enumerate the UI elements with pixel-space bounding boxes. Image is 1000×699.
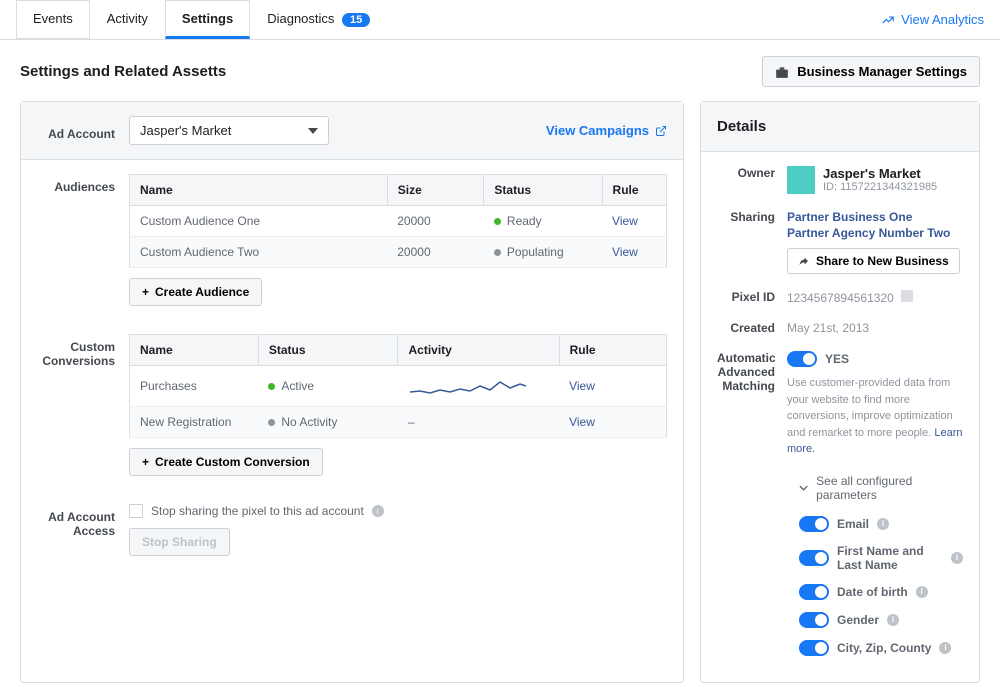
chevron-down-icon — [308, 128, 318, 134]
plus-icon: + — [142, 285, 149, 299]
tab-bar: Events Activity Settings Diagnostics 15 — [16, 0, 387, 39]
conv-header-rule: Rule — [559, 335, 666, 366]
partner-link[interactable]: Partner Agency Number Two — [787, 226, 963, 240]
param-toggle-gender[interactable] — [799, 612, 829, 628]
view-rule-link[interactable]: View — [569, 415, 595, 429]
status-dot-icon — [494, 218, 501, 225]
conversions-table: Name Status Activity Rule Purchases Acti… — [129, 334, 667, 438]
created-value: May 21st, 2013 — [787, 321, 963, 335]
info-icon[interactable]: i — [916, 586, 928, 598]
chevron-down-icon — [799, 483, 808, 493]
status-dot-icon — [494, 249, 501, 256]
tab-activity[interactable]: Activity — [90, 0, 165, 39]
sharing-label: Sharing — [717, 210, 787, 274]
table-row: Custom Audience Two 20000 Populating Vie… — [130, 237, 667, 268]
audiences-header-status: Status — [484, 175, 602, 206]
audiences-header-size: Size — [387, 175, 484, 206]
param-row: Email i — [799, 516, 963, 532]
tab-diagnostics-label: Diagnostics — [267, 11, 334, 26]
copy-icon[interactable] — [901, 290, 913, 302]
tab-diagnostics[interactable]: Diagnostics 15 — [250, 0, 387, 39]
info-icon[interactable]: i — [877, 518, 889, 530]
ad-account-dropdown[interactable]: Jasper's Market — [129, 116, 329, 145]
aam-description: Use customer-provided data from your web… — [787, 375, 963, 458]
info-icon[interactable]: i — [939, 642, 951, 654]
info-icon[interactable]: i — [887, 614, 899, 626]
share-to-new-business-button[interactable]: Share to New Business — [787, 248, 960, 274]
param-toggle-dob[interactable] — [799, 584, 829, 600]
table-row: Purchases Active View — [130, 366, 667, 407]
details-panel: Details Owner Jasper's Market ID: 115722… — [700, 101, 980, 683]
owner-avatar — [787, 166, 815, 194]
briefcase-icon — [775, 66, 789, 78]
info-icon[interactable]: i — [372, 505, 384, 517]
activity-sparkline — [408, 374, 528, 398]
business-manager-settings-button[interactable]: Business Manager Settings — [762, 56, 980, 87]
param-row: Gender i — [799, 612, 963, 628]
trend-up-icon — [881, 13, 895, 27]
page-title: Settings and Related Assetts — [20, 63, 226, 80]
audiences-header-rule: Rule — [602, 175, 666, 206]
view-campaigns-link[interactable]: View Campaigns — [546, 123, 667, 138]
view-rule-link[interactable]: View — [612, 214, 638, 228]
created-label: Created — [717, 321, 787, 335]
audiences-table: Name Size Status Rule Custom Audience On… — [129, 174, 667, 268]
owner-id: ID: 1157221344321985 — [823, 181, 937, 193]
create-audience-button[interactable]: + Create Audience — [129, 278, 262, 306]
param-toggle-location[interactable] — [799, 640, 829, 656]
owner-name: Jasper's Market — [823, 166, 937, 181]
external-link-icon — [655, 125, 667, 137]
create-conversion-button[interactable]: + Create Custom Conversion — [129, 448, 323, 476]
view-rule-link[interactable]: View — [612, 245, 638, 259]
aam-toggle-text: YES — [825, 352, 849, 366]
conv-header-activity: Activity — [398, 335, 559, 366]
stop-sharing-label: Stop sharing the pixel to this ad accoun… — [151, 504, 364, 518]
details-title: Details — [701, 102, 979, 152]
conversions-label: Custom Conversions — [37, 334, 129, 476]
ad-account-label: Ad Account — [37, 121, 129, 141]
audiences-header-name: Name — [130, 175, 388, 206]
status-dot-icon — [268, 419, 275, 426]
aam-label: Automatic Advanced Matching — [717, 351, 787, 458]
tab-events[interactable]: Events — [16, 0, 90, 39]
info-icon[interactable]: i — [951, 552, 963, 564]
table-row: New Registration No Activity – View — [130, 407, 667, 438]
stop-sharing-button[interactable]: Stop Sharing — [129, 528, 230, 556]
param-row: City, Zip, County i — [799, 640, 963, 656]
plus-icon: + — [142, 455, 149, 469]
table-row: Custom Audience One 20000 Ready View — [130, 206, 667, 237]
param-toggle-name[interactable] — [799, 550, 829, 566]
pixel-id-value: 1234567894561320 — [787, 291, 894, 305]
param-row: First Name and Last Name i — [799, 544, 963, 572]
conv-header-status: Status — [258, 335, 398, 366]
view-rule-link[interactable]: View — [569, 379, 595, 393]
param-toggle-email[interactable] — [799, 516, 829, 532]
aam-toggle[interactable] — [787, 351, 817, 367]
access-label: Ad Account Access — [37, 504, 129, 556]
main-panel: Ad Account Jasper's Market View Campaign… — [20, 101, 684, 683]
see-all-params-toggle[interactable]: See all configured parameters — [799, 474, 963, 502]
share-icon — [798, 255, 810, 267]
status-dot-icon — [268, 383, 275, 390]
stop-sharing-checkbox[interactable] — [129, 504, 143, 518]
param-row: Date of birth i — [799, 584, 963, 600]
conv-header-name: Name — [130, 335, 259, 366]
audiences-label: Audiences — [37, 174, 129, 306]
view-analytics-link[interactable]: View Analytics — [881, 12, 984, 27]
tab-settings[interactable]: Settings — [165, 0, 250, 39]
pixel-id-label: Pixel ID — [717, 290, 787, 305]
diagnostics-badge: 15 — [342, 13, 370, 27]
partner-link[interactable]: Partner Business One — [787, 210, 963, 224]
owner-label: Owner — [717, 166, 787, 194]
